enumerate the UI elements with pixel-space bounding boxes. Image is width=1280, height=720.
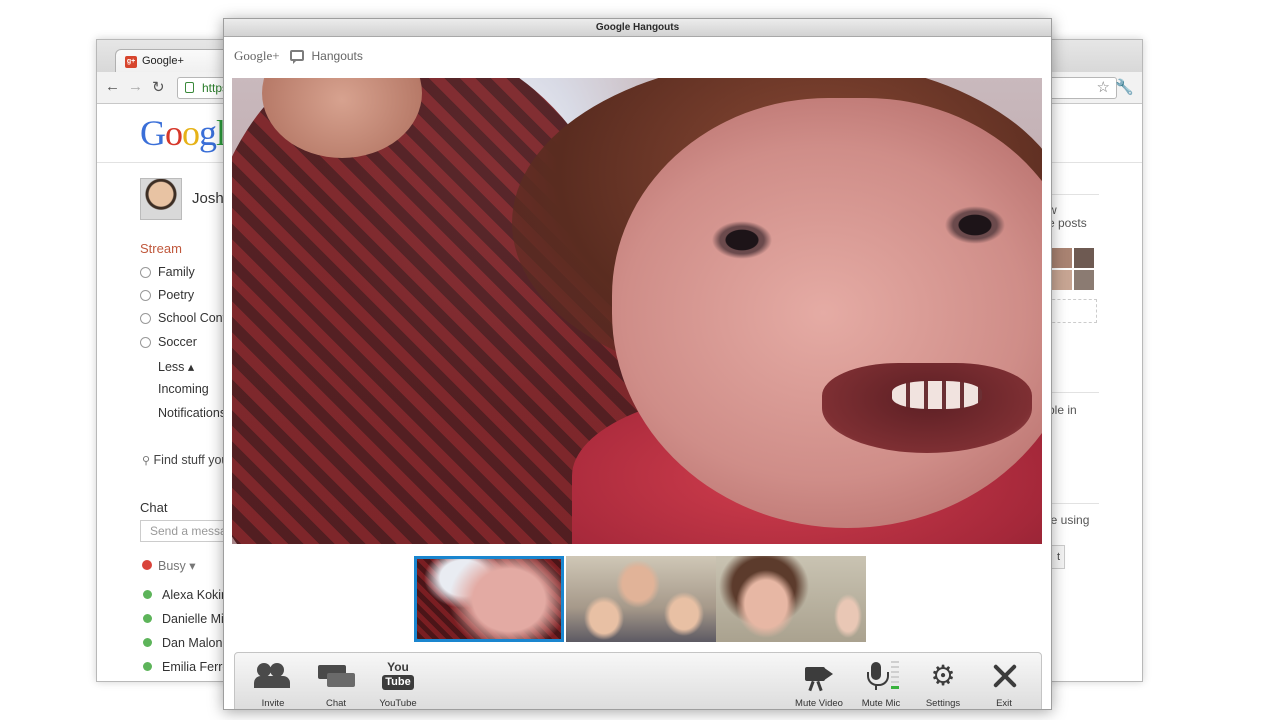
video-camera-icon <box>788 659 850 695</box>
right-panel-dashed-box <box>1047 299 1097 323</box>
mic-level-bar <box>891 676 899 678</box>
mic-level-bar <box>891 666 899 668</box>
brand-hangouts: Hangouts <box>311 48 363 63</box>
brand-google-plus: Google+ <box>234 47 280 63</box>
chat-contact[interactable]: Dan Malone <box>142 636 229 650</box>
video-child-eye <box>940 203 1010 247</box>
participant-thumbnail[interactable] <box>414 556 564 642</box>
circle-item-poetry[interactable]: Poetry <box>140 288 194 302</box>
mic-level-bar <box>891 681 899 683</box>
participant-thumbnail[interactable] <box>716 556 866 642</box>
participant-thumbnail[interactable] <box>566 556 716 642</box>
gear-icon: ⚙ <box>930 660 956 691</box>
youtube-icon-top: You <box>387 660 409 674</box>
forward-arrow-icon[interactable]: → <box>128 78 143 95</box>
right-panel-divider <box>1045 503 1099 504</box>
find-stuff-label: Find stuff you <box>153 453 229 467</box>
chat-contact[interactable]: Emilia Ferre <box>142 660 229 674</box>
youtube-label: YouTube <box>379 698 417 709</box>
mute-mic-button[interactable]: Mute Mic <box>850 653 912 709</box>
hangouts-window: Google Hangouts Google+ Hangouts Invite … <box>223 18 1052 710</box>
chat-bubbles-icon <box>305 659 367 695</box>
stream-title[interactable]: Stream <box>140 241 182 256</box>
right-panel-photos[interactable] <box>1052 248 1096 292</box>
youtube-icon: You Tube <box>367 659 429 695</box>
window-title: Google Hangouts <box>224 19 1051 37</box>
exit-label: Exit <box>996 698 1012 709</box>
mute-video-label: Mute Video <box>795 698 843 709</box>
browser-tab-title: Google+ <box>142 55 184 67</box>
search-icon: ⚲ <box>142 455 151 467</box>
back-arrow-icon[interactable]: ← <box>105 78 120 95</box>
find-stuff-link[interactable]: ⚲ Find stuff you <box>142 453 228 467</box>
chat-contact[interactable]: Danielle Mir <box>142 612 228 626</box>
video-child-eye <box>707 218 777 262</box>
right-panel-text: ble in <box>1048 403 1077 417</box>
chat-contact[interactable]: Alexa Kokin <box>142 588 228 602</box>
chat-title: Chat <box>140 500 168 515</box>
circle-item-soccer[interactable]: Soccer <box>140 335 197 349</box>
close-icon <box>973 659 1035 695</box>
notifications-link[interactable]: Notifications <box>158 406 226 420</box>
chat-button[interactable]: Chat <box>305 653 367 709</box>
mute-video-button[interactable]: Mute Video <box>788 653 850 709</box>
youtube-icon-bottom: Tube <box>382 675 414 690</box>
chat-label: Chat <box>325 698 347 709</box>
youtube-button[interactable]: You Tube YouTube <box>367 653 429 709</box>
less-toggle[interactable]: Less ▴ <box>158 359 194 374</box>
google-logo[interactable]: Googl <box>140 112 226 154</box>
mic-level-bar <box>891 671 899 673</box>
google-plus-favicon-icon: g+ <box>125 56 137 68</box>
main-video-feed[interactable] <box>232 78 1042 544</box>
microphone-icon <box>850 659 912 695</box>
lock-icon <box>185 82 194 93</box>
people-icon <box>242 659 304 695</box>
hangouts-logo-icon <box>290 50 305 65</box>
incoming-link[interactable]: Incoming <box>158 382 209 396</box>
exit-button[interactable]: Exit <box>973 653 1035 709</box>
right-panel-divider <box>1045 194 1099 195</box>
reload-icon[interactable]: ↻ <box>152 78 165 96</box>
hangout-toolbar: Invite Chat You Tube YouTube Mute Video <box>234 652 1042 709</box>
avatar[interactable] <box>140 178 182 220</box>
profile-name[interactable]: Josh <box>192 190 224 207</box>
hangouts-brand: Google+ Hangouts <box>234 47 363 65</box>
video-child-teeth <box>892 381 982 409</box>
mic-level-bar <box>891 686 899 689</box>
wrench-icon[interactable]: 🔧 <box>1115 78 1134 96</box>
invite-label: Invite <box>261 698 285 709</box>
status-badge[interactable]: Busy ▾ <box>142 558 196 573</box>
mic-level-bar <box>891 661 899 663</box>
right-panel-text: e posts <box>1048 216 1087 230</box>
circle-item-school-contacts[interactable]: School Conta <box>140 311 233 325</box>
settings-button[interactable]: ⚙ Settings <box>912 653 974 709</box>
invite-button[interactable]: Invite <box>242 653 304 709</box>
settings-label: Settings <box>925 698 961 709</box>
circle-item-family[interactable]: Family <box>140 265 195 279</box>
right-panel-divider <box>1045 392 1099 393</box>
mute-mic-label: Mute Mic <box>861 698 901 709</box>
bookmark-star-icon[interactable]: ☆ <box>1097 78 1110 96</box>
